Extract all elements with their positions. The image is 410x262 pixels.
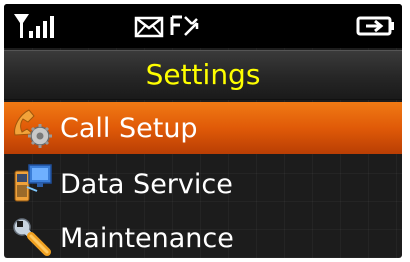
- maintenance-icon: [4, 212, 60, 258]
- call-forward-icon: [170, 15, 199, 36]
- menu-item-maintenance[interactable]: Maintenance: [4, 212, 402, 258]
- menu-item-label: Maintenance: [60, 222, 234, 254]
- menu-item-label: Data Service: [60, 168, 233, 200]
- signal-strength-icon: [14, 14, 54, 38]
- title-bar: Settings: [4, 50, 402, 100]
- menu-item-data-service[interactable]: Data Service: [4, 158, 402, 210]
- menu-item-label: Call Setup: [60, 112, 198, 144]
- data-service-icon: [4, 158, 60, 210]
- call-setup-icon: [4, 102, 60, 154]
- phone-screen: Settings Call Setup Data Service Mainten…: [4, 4, 402, 258]
- settings-menu: Call Setup Data Service Maintenance: [4, 100, 402, 258]
- status-bar: [4, 4, 402, 48]
- page-title: Settings: [145, 58, 261, 91]
- battery-icon: [356, 16, 394, 36]
- new-message-icon: [134, 16, 164, 38]
- menu-item-call-setup[interactable]: Call Setup: [4, 102, 402, 154]
